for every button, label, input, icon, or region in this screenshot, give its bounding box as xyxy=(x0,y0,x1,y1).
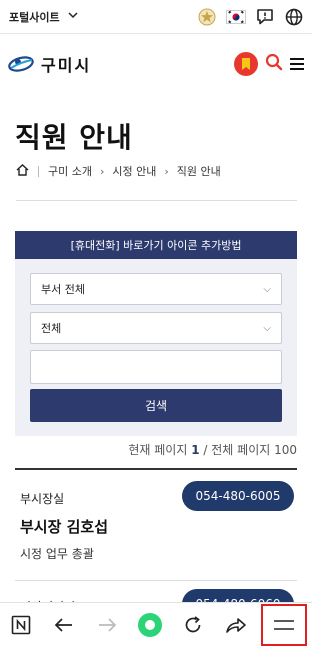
portal-site-label: 포털사이트 xyxy=(9,10,60,24)
chevron-right-icon: › xyxy=(99,164,105,178)
browser-menu-icon[interactable] xyxy=(261,604,308,646)
divider xyxy=(16,200,297,201)
phone-call-button[interactable]: 054-480-6005 xyxy=(182,481,294,511)
staff-department: 부시장실 xyxy=(20,492,65,506)
naver-home-icon[interactable] xyxy=(4,608,38,642)
browser-toolbar xyxy=(0,602,312,647)
page-title: 직원 안내 xyxy=(15,121,133,154)
share-icon[interactable] xyxy=(219,608,253,642)
green-dot-icon[interactable] xyxy=(133,608,167,642)
shortcut-notice-link[interactable]: [휴대전화] 바로가기 아이콘 추가방법 xyxy=(15,231,297,259)
page-indicator-suffix: / 전체 페이지 100 xyxy=(203,443,297,457)
department-select[interactable]: 부서 전체 ⌵ xyxy=(30,273,282,305)
globe-icon[interactable] xyxy=(284,7,304,27)
logo-text: 구미시 xyxy=(41,56,92,75)
hamburger-menu-icon[interactable] xyxy=(290,55,304,73)
breadcrumb: 구미 소개 › 시정 안내 › 직원 안내 xyxy=(16,163,221,179)
breadcrumb-item-current: 직원 안내 xyxy=(176,165,221,178)
staff-name: 부시장 김호섭 xyxy=(20,518,109,536)
page-indicator: 현재 페이지 1 / 전체 페이지 100 xyxy=(128,441,297,458)
back-arrow-icon[interactable] xyxy=(47,608,81,642)
top-utility-bar: 포털사이트 xyxy=(0,0,312,34)
chevron-down-icon: ⌵ xyxy=(263,322,271,334)
chevron-down-icon: ⌵ xyxy=(263,283,271,295)
department-select-value: 부서 전체 xyxy=(41,283,85,296)
search-panel: [휴대전화] 바로가기 아이콘 추가방법 부서 전체 ⌵ 전체 ⌵ 검색 xyxy=(15,231,297,436)
current-page: 1 xyxy=(191,443,200,457)
korean-flag-icon[interactable] xyxy=(226,7,246,27)
site-header: 구미시 xyxy=(0,40,312,88)
divider xyxy=(15,580,297,581)
forward-arrow-icon xyxy=(90,608,124,642)
bookmark-icon xyxy=(242,58,250,70)
page-indicator-prefix: 현재 페이지 xyxy=(128,443,188,457)
gumi-logo-mark-icon xyxy=(8,56,34,72)
home-icon[interactable] xyxy=(16,163,29,179)
sub-category-select-value: 전체 xyxy=(41,322,62,335)
bookmark-button[interactable] xyxy=(234,52,258,76)
breadcrumb-item[interactable]: 시정 안내 xyxy=(112,163,156,179)
search-button[interactable]: 검색 xyxy=(30,389,282,422)
staff-duty: 시정 업무 총괄 xyxy=(20,547,94,561)
list-top-border xyxy=(15,468,297,470)
chat-icon[interactable] xyxy=(255,7,275,27)
keyword-input[interactable] xyxy=(30,350,282,384)
gumi-logo[interactable]: 구미시 xyxy=(7,52,91,76)
search-icon[interactable] xyxy=(265,53,283,75)
reload-icon[interactable] xyxy=(176,608,210,642)
emblem-icon[interactable] xyxy=(197,7,217,27)
sub-category-select[interactable]: 전체 ⌵ xyxy=(30,312,282,344)
chevron-right-icon: › xyxy=(164,164,169,178)
portal-site-dropdown[interactable]: 포털사이트 xyxy=(9,9,78,25)
breadcrumb-item[interactable]: 구미 소개 xyxy=(48,163,92,179)
breadcrumb-divider xyxy=(38,165,39,177)
chevron-down-icon xyxy=(68,11,78,22)
